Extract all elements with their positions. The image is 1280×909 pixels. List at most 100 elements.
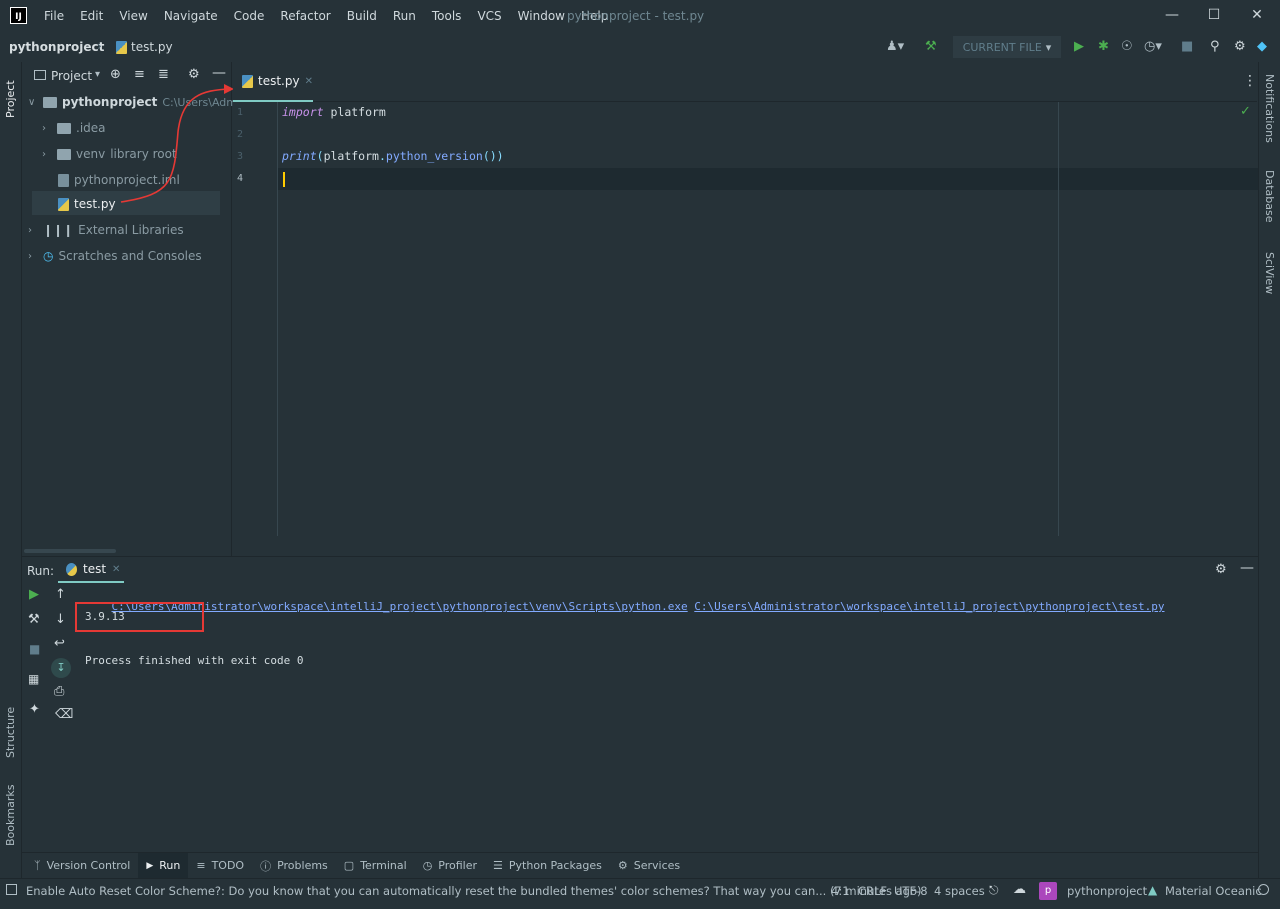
arrow-up-icon[interactable]: ↑ bbox=[55, 587, 66, 602]
code-line-3[interactable]: print(platform.python_version()) bbox=[282, 149, 504, 163]
search-icon[interactable]: ⚲ bbox=[1210, 40, 1220, 54]
memory-indicator-icon[interactable] bbox=[1258, 884, 1269, 895]
structure-tool-button[interactable]: Structure bbox=[4, 698, 17, 758]
chevron-right-icon[interactable]: › bbox=[28, 251, 38, 262]
code-editor[interactable]: import platform print(platform.python_ve… bbox=[278, 102, 1258, 536]
paren-token: ()) bbox=[482, 149, 504, 163]
close-tab-icon[interactable]: ✕ bbox=[305, 76, 313, 87]
caret-position[interactable]: 4:1 bbox=[831, 884, 850, 898]
print-icon[interactable]: ⎙ bbox=[54, 684, 64, 699]
identifier-token: platform bbox=[323, 149, 379, 163]
status-notification-icon[interactable] bbox=[6, 884, 17, 895]
rerun-icon[interactable]: ▶ bbox=[29, 587, 39, 602]
tool-tab-profiler[interactable]: ◷ Profiler bbox=[415, 853, 485, 879]
tool-tab-label: Run bbox=[159, 859, 181, 872]
minimize-icon[interactable]: — bbox=[1160, 4, 1184, 26]
tool-tab-services[interactable]: ⚙ Services bbox=[610, 853, 688, 879]
menu-tools[interactable]: Tools bbox=[424, 0, 470, 32]
tool-tab-label: Version Control bbox=[46, 859, 131, 872]
coverage-icon[interactable]: ☉ bbox=[1121, 40, 1133, 54]
intellij-logo-icon[interactable]: IJ bbox=[10, 7, 27, 24]
build-hammer-icon[interactable]: ⚒ bbox=[925, 40, 937, 54]
arrow-down-icon[interactable]: ↓ bbox=[55, 612, 66, 627]
scroll-to-end-icon[interactable]: ↧ bbox=[51, 658, 71, 678]
tree-item-label: Scratches and Consoles bbox=[58, 249, 202, 263]
bottom-tool-tabs: ᛉ Version Control ▶ Run ≡ TODO ⓘ Problems ▢ T… bbox=[22, 852, 1258, 879]
tree-item-scratches[interactable]: › ◷ Scratches and Consoles bbox=[28, 244, 202, 268]
bookmarks-tool-button[interactable]: Bookmarks bbox=[4, 774, 17, 846]
line-separator[interactable]: CRLF bbox=[858, 884, 887, 898]
settings-gear-icon[interactable]: ⚙ bbox=[1234, 40, 1246, 54]
method-token: python_version bbox=[385, 149, 483, 163]
no-problems-check-icon: ✓ bbox=[1240, 104, 1251, 119]
tool-tab-label: TODO bbox=[211, 859, 245, 872]
tool-tab-todo[interactable]: ≡ TODO bbox=[188, 853, 252, 879]
project-name[interactable]: pythonproject bbox=[1067, 884, 1147, 898]
breadcrumb-file[interactable]: test.py bbox=[116, 40, 173, 54]
menu-navigate[interactable]: Navigate bbox=[156, 0, 226, 32]
stop-icon[interactable]: ■ bbox=[29, 642, 40, 656]
menu-edit[interactable]: Edit bbox=[72, 0, 111, 32]
menu-refactor[interactable]: Refactor bbox=[272, 0, 338, 32]
notifications-tool-button[interactable]: Notifications bbox=[1263, 74, 1276, 154]
project-tool-button[interactable]: Project bbox=[4, 70, 17, 118]
tool-tab-label: Python Packages bbox=[508, 859, 602, 872]
menu-file[interactable]: File bbox=[36, 0, 72, 32]
right-tool-stripe: Notifications Database SciView bbox=[1258, 62, 1280, 878]
settings-gear-icon[interactable]: ⚙ bbox=[1215, 562, 1227, 577]
indent-setting[interactable]: 4 spaces bbox=[934, 884, 985, 898]
terminal-icon: ▢ bbox=[343, 859, 355, 872]
run-tab-test[interactable]: test ✕ bbox=[58, 557, 124, 583]
library-icon: ❙❙❙ bbox=[43, 223, 74, 237]
wrench-icon[interactable]: ⚒ bbox=[28, 612, 40, 627]
dot-token: . bbox=[378, 149, 386, 163]
menu-window[interactable]: Window bbox=[510, 0, 573, 32]
branch-icon: ᛉ bbox=[34, 859, 41, 872]
script-path-link[interactable]: C:\Users\Administrator\workspace\intelli… bbox=[694, 600, 1164, 613]
tool-tab-label: Terminal bbox=[360, 859, 407, 872]
soft-wrap-icon[interactable]: ↩ bbox=[54, 636, 65, 651]
right-margin-guide bbox=[1058, 102, 1059, 536]
stop-icon[interactable]: ■ bbox=[1181, 40, 1193, 54]
tab-test-py[interactable]: test.py ✕ bbox=[233, 62, 313, 102]
profile-icon[interactable]: ◷▾ bbox=[1144, 40, 1162, 54]
close-icon[interactable]: ✕ bbox=[1245, 4, 1269, 26]
database-tool-button[interactable]: Database bbox=[1263, 170, 1276, 230]
hide-panel-icon[interactable]: — bbox=[1240, 560, 1254, 576]
code-line-1[interactable]: import platform bbox=[282, 105, 386, 119]
menu-code[interactable]: Code bbox=[226, 0, 273, 32]
menu-build[interactable]: Build bbox=[339, 0, 385, 32]
file-encoding[interactable]: UTF-8 bbox=[894, 884, 928, 898]
lock-icon[interactable]: ⎋ bbox=[989, 883, 999, 898]
menu-vcs[interactable]: VCS bbox=[469, 0, 509, 32]
theme-name[interactable]: Material Oceanic bbox=[1165, 884, 1262, 898]
tool-tab-python-packages[interactable]: ☰ Python Packages bbox=[485, 853, 610, 879]
status-message[interactable]: Enable Auto Reset Color Scheme?: Do you … bbox=[26, 884, 921, 898]
maximize-icon[interactable]: ☐ bbox=[1202, 4, 1226, 26]
sciview-tool-button[interactable]: SciView bbox=[1263, 252, 1276, 298]
tool-tab-version-control[interactable]: ᛉ Version Control bbox=[26, 853, 138, 879]
close-tab-icon[interactable]: ✕ bbox=[112, 564, 120, 575]
status-bar: Enable Auto Reset Color Scheme?: Do you … bbox=[0, 878, 1280, 903]
jetbrains-toolbox-icon[interactable]: ◆ bbox=[1257, 40, 1267, 54]
run-icon[interactable]: ▶ bbox=[1074, 40, 1084, 54]
run-configuration-select[interactable]: CURRENT FILE ▾ bbox=[953, 36, 1061, 58]
horizontal-scrollbar[interactable] bbox=[24, 549, 116, 553]
pin-icon[interactable]: ✦ bbox=[29, 702, 40, 717]
breadcrumb-project[interactable]: pythonproject bbox=[9, 40, 104, 54]
trash-icon[interactable]: ⌫ bbox=[55, 707, 73, 722]
interpreter-icon[interactable]: ☁ bbox=[1013, 882, 1026, 897]
problems-icon: ⓘ bbox=[260, 859, 272, 873]
menu-view[interactable]: View bbox=[111, 0, 155, 32]
chevron-right-icon[interactable]: › bbox=[28, 225, 38, 236]
menu-run[interactable]: Run bbox=[385, 0, 424, 32]
tool-tab-terminal[interactable]: ▢ Terminal bbox=[336, 853, 415, 879]
debug-icon[interactable]: ✱ bbox=[1098, 40, 1109, 54]
chevron-right-icon: › bbox=[97, 39, 102, 53]
tool-tab-run[interactable]: ▶ Run bbox=[138, 852, 189, 879]
left-tool-stripe: Project Structure Bookmarks bbox=[0, 62, 22, 878]
user-account-icon[interactable]: ♟▾ bbox=[886, 40, 904, 54]
more-options-icon[interactable]: ⋮ bbox=[1243, 73, 1257, 89]
layout-icon[interactable]: ▦ bbox=[28, 672, 39, 686]
tool-tab-problems[interactable]: ⓘ Problems bbox=[252, 853, 336, 879]
